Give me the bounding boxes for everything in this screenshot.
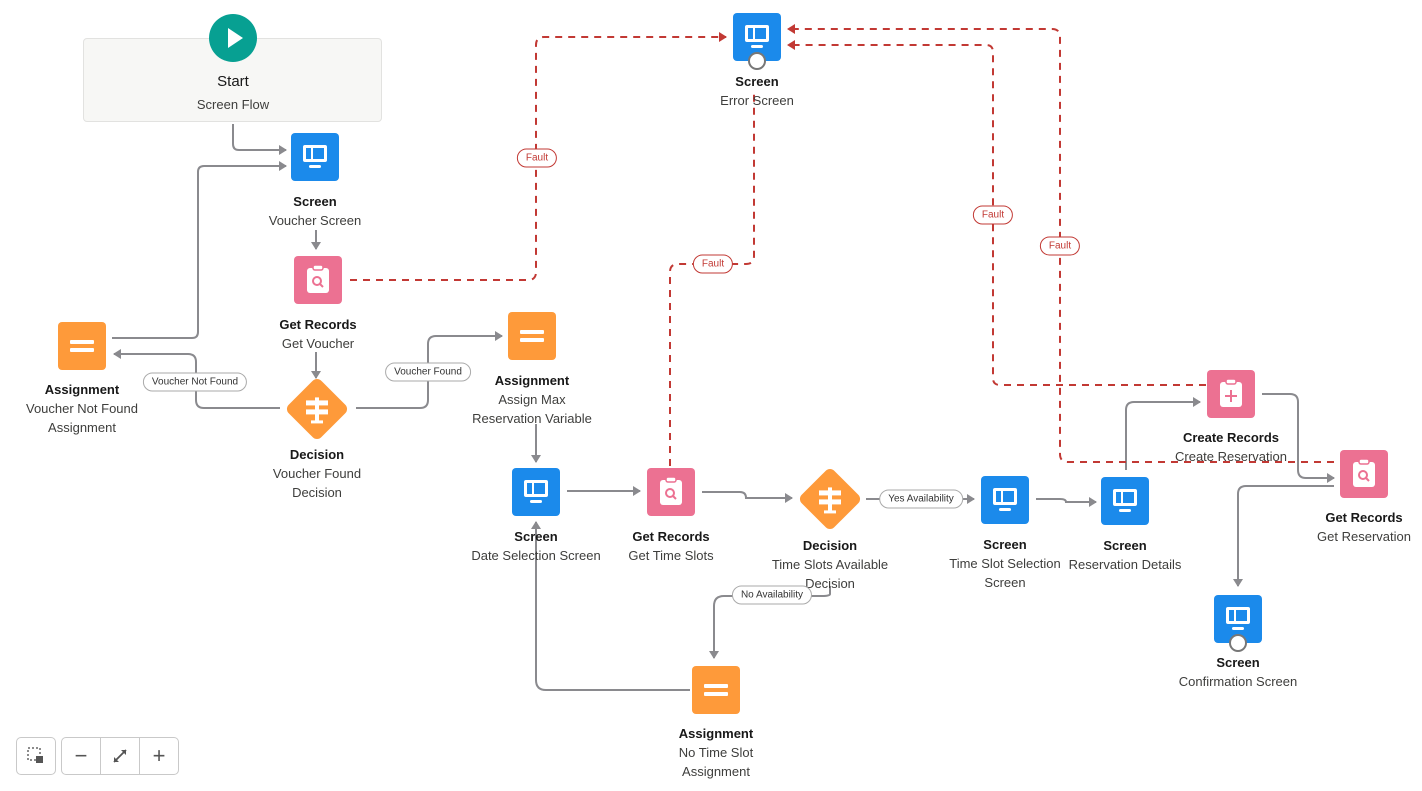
connector-label-voucher-found[interactable]: Voucher Found <box>385 362 471 382</box>
select-mode-icon <box>27 747 43 763</box>
screen-node-voucher[interactable] <box>291 133 339 181</box>
connector-start <box>232 124 287 155</box>
label-voucher-found-decision: Decision Voucher Found Decision <box>272 447 362 500</box>
select-mode-button[interactable] <box>17 738 55 774</box>
assignment-icon <box>704 684 728 696</box>
connector-timeslot-details <box>1036 497 1097 507</box>
connector-label-yes-availability[interactable]: Yes Availability <box>879 489 963 509</box>
assignment-icon <box>520 330 544 342</box>
label-voucher-screen: Screen Voucher Screen <box>268 194 362 228</box>
screen-icon <box>303 145 327 168</box>
get-records-icon <box>307 264 329 293</box>
select-mode-control <box>16 737 56 775</box>
assignment-node-voucher-not-found[interactable] <box>58 322 106 370</box>
fault-label[interactable]: Fault <box>692 254 734 274</box>
create-records-icon <box>1220 378 1242 407</box>
zoom-controls: − + <box>61 737 179 775</box>
label-confirmation-screen: Screen Confirmation Screen <box>1178 655 1298 689</box>
connector-label-no-availability[interactable]: No Availability <box>731 585 813 605</box>
zoom-out-button[interactable]: − <box>62 738 100 774</box>
fit-view-icon <box>113 749 127 763</box>
end-circle-icon <box>1229 634 1247 652</box>
fault-label[interactable]: Fault <box>516 148 558 168</box>
label-no-time-slot: Assignment No Time Slot Assignment <box>678 726 754 779</box>
start-title: Start <box>217 73 249 90</box>
get-records-node-time-slots[interactable] <box>647 468 695 516</box>
assignment-node-no-time-slot[interactable] <box>692 666 740 714</box>
get-records-node-reservation[interactable] <box>1340 450 1388 498</box>
create-records-node-reservation[interactable] <box>1207 370 1255 418</box>
screen-node-reservation-details[interactable] <box>1101 477 1149 525</box>
get-records-node-voucher[interactable] <box>294 256 342 304</box>
decision-icon <box>306 397 328 424</box>
label-assign-max: Assignment Assign Max Reservation Variable <box>472 373 592 426</box>
label-get-reservation: Get Records Get Reservation <box>1317 510 1411 544</box>
decision-node-voucher-found[interactable] <box>284 376 350 442</box>
screen-icon <box>524 480 548 503</box>
screen-node-date-selection[interactable] <box>512 468 560 516</box>
fault-get-time-slots <box>669 90 755 466</box>
zoom-in-button[interactable]: + <box>139 738 178 774</box>
label-error-screen: Screen Error Screen <box>720 74 794 108</box>
fault-label[interactable]: Fault <box>972 205 1014 225</box>
decision-node-time-slots[interactable] <box>797 466 863 532</box>
fault-label[interactable]: Fault <box>1039 236 1081 256</box>
assignment-node-assign-max[interactable] <box>508 312 556 360</box>
decision-icon <box>819 487 841 514</box>
label-time-slot-selection: Screen Time Slot Selection Screen <box>949 537 1061 590</box>
connector-loop-to-voucher-screen <box>112 161 287 339</box>
label-reservation-details: Screen Reservation Details <box>1068 538 1182 572</box>
get-records-icon <box>1353 458 1375 487</box>
assignment-icon <box>70 340 94 352</box>
label-create-reservation: Create Records Create Reservation <box>1175 430 1287 464</box>
screen-icon <box>993 488 1017 511</box>
screen-icon <box>1113 489 1137 512</box>
connector-label-voucher-not-found[interactable]: Voucher Not Found <box>142 372 248 392</box>
screen-node-time-slot-selection[interactable] <box>981 476 1029 524</box>
end-circle-icon <box>748 52 766 70</box>
start-subtitle: Screen Flow <box>196 97 270 112</box>
play-icon[interactable] <box>209 14 257 62</box>
fit-view-button[interactable] <box>100 738 139 774</box>
connector-get-slots-decision <box>702 491 793 503</box>
label-voucher-not-found-assignment: Assignment Voucher Not Found Assignment <box>25 382 139 435</box>
get-records-icon <box>660 476 682 505</box>
label-get-voucher: Get Records Get Voucher <box>279 317 357 351</box>
label-time-slots-decision: Decision Time Slots Available Decision <box>771 538 889 591</box>
label-get-time-slots: Get Records Get Time Slots <box>628 529 714 563</box>
label-date-selection: Screen Date Selection Screen <box>471 529 601 563</box>
